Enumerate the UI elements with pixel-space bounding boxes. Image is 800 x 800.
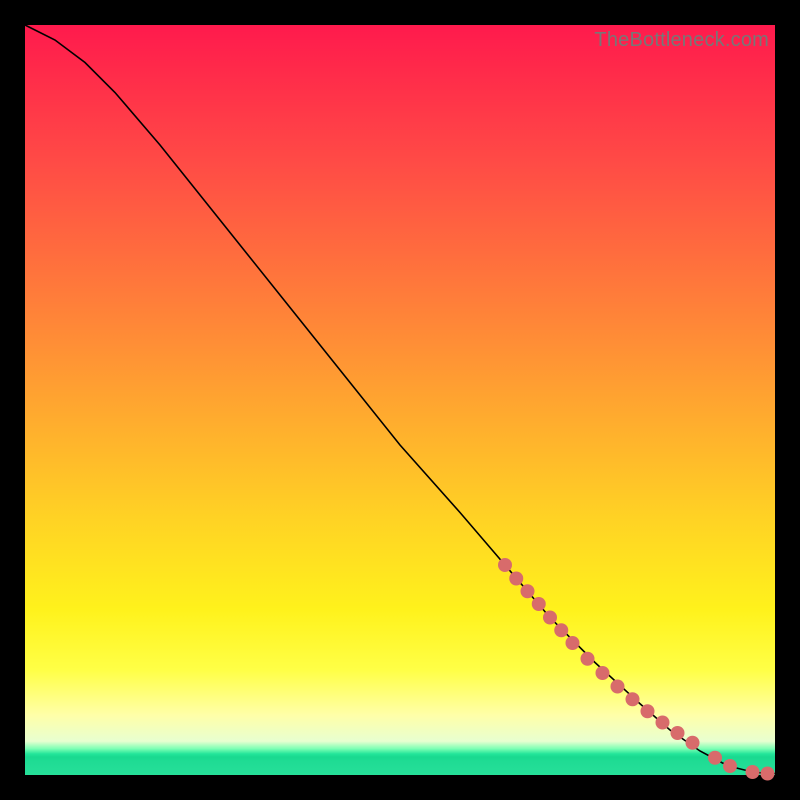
data-point — [641, 704, 655, 718]
data-point — [581, 652, 595, 666]
data-point — [686, 736, 700, 750]
data-point — [746, 765, 760, 779]
data-point — [521, 584, 535, 598]
data-point — [723, 759, 737, 773]
data-point — [708, 751, 722, 765]
bottleneck-curve — [25, 25, 775, 774]
marker-group — [498, 558, 775, 781]
data-point — [498, 558, 512, 572]
data-point — [626, 692, 640, 706]
data-point — [656, 716, 670, 730]
data-point — [566, 636, 580, 650]
data-point — [761, 767, 775, 781]
data-point — [611, 680, 625, 694]
data-point — [671, 726, 685, 740]
data-point — [532, 597, 546, 611]
chart-svg — [25, 25, 775, 775]
data-point — [509, 572, 523, 586]
plot-area: TheBottleneck.com — [25, 25, 775, 775]
data-point — [554, 623, 568, 637]
chart-stage: TheBottleneck.com — [0, 0, 800, 800]
data-point — [543, 611, 557, 625]
data-point — [596, 666, 610, 680]
